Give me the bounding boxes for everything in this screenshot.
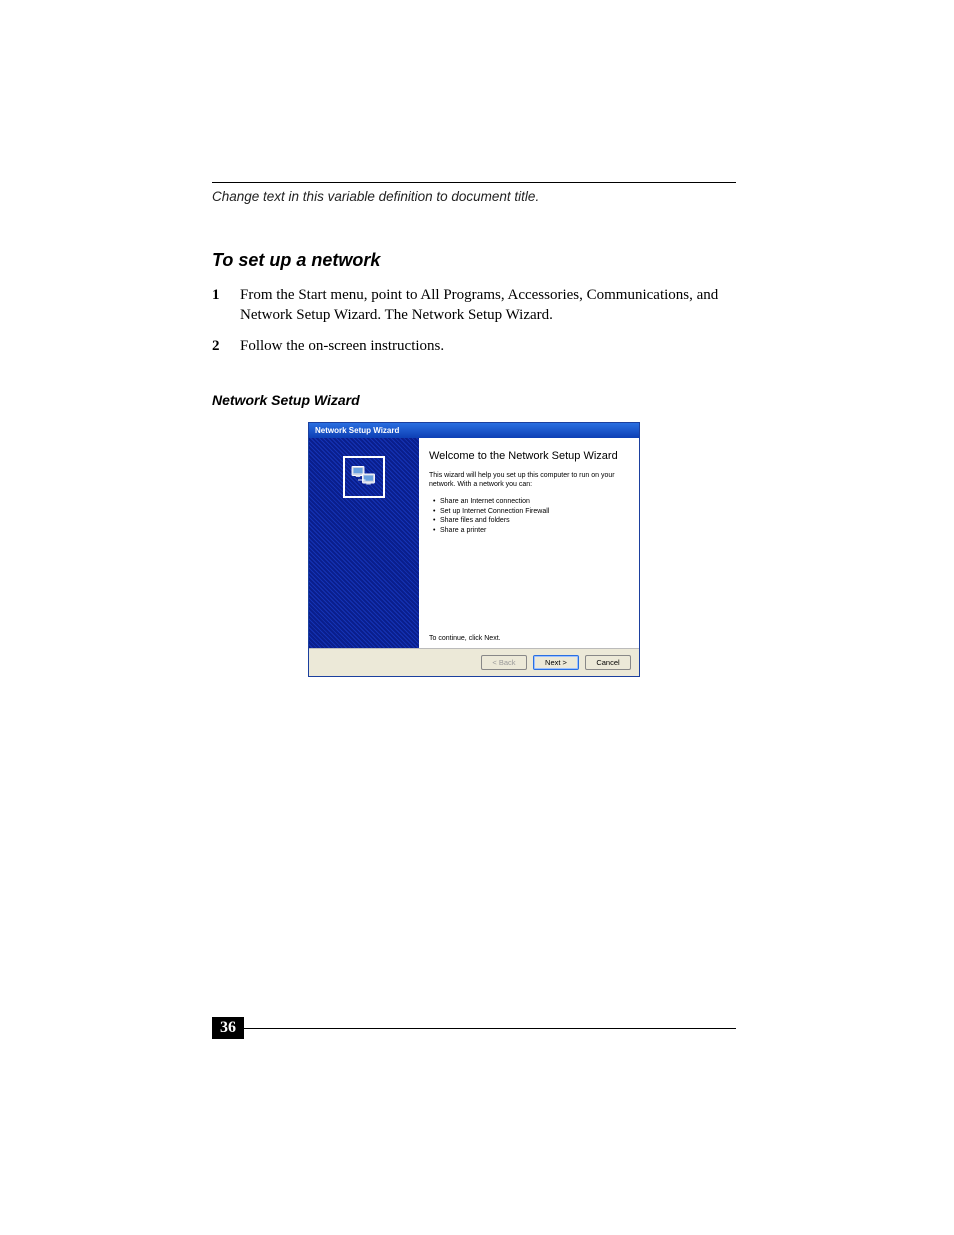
step-number: 2 bbox=[212, 336, 240, 356]
page-footer: 36 bbox=[212, 1017, 736, 1039]
wizard-body: Welcome to the Network Setup Wizard This… bbox=[309, 438, 639, 648]
wizard-side-panel bbox=[309, 438, 419, 648]
list-item: 1 From the Start menu, point to All Prog… bbox=[212, 285, 736, 326]
cancel-button[interactable]: Cancel bbox=[585, 655, 631, 670]
wizard-dialog: Network Setup Wizard bbox=[308, 422, 640, 677]
step-text: Follow the on-screen instructions. bbox=[240, 336, 736, 356]
list-item: Set up Internet Connection Firewall bbox=[433, 507, 629, 516]
wizard-titlebar: Network Setup Wizard bbox=[309, 423, 639, 438]
sub-heading: Network Setup Wizard bbox=[212, 392, 736, 408]
footer-rule bbox=[244, 1028, 736, 1029]
wizard-button-bar: < Back Next > Cancel bbox=[309, 648, 639, 676]
step-list: 1 From the Start menu, point to All Prog… bbox=[212, 285, 736, 356]
list-item: Share files and folders bbox=[433, 516, 629, 525]
back-button: < Back bbox=[481, 655, 527, 670]
step-text: From the Start menu, point to All Progra… bbox=[240, 285, 736, 326]
wizard-welcome-heading: Welcome to the Network Setup Wizard bbox=[429, 450, 629, 462]
list-item: Share an Internet connection bbox=[433, 497, 629, 506]
next-button[interactable]: Next > bbox=[533, 655, 579, 670]
list-item: Share a printer bbox=[433, 526, 629, 535]
page-number: 36 bbox=[212, 1017, 244, 1039]
wizard-continue-text: To continue, click Next. bbox=[429, 635, 629, 642]
list-item: 2 Follow the on-screen instructions. bbox=[212, 336, 736, 356]
wizard-main-panel: Welcome to the Network Setup Wizard This… bbox=[419, 438, 639, 648]
step-number: 1 bbox=[212, 285, 240, 326]
network-computers-icon bbox=[343, 456, 385, 498]
wizard-feature-list: Share an Internet connection Set up Inte… bbox=[433, 497, 629, 535]
section-heading: To set up a network bbox=[212, 250, 736, 271]
header-rule bbox=[212, 182, 736, 183]
header-variable-text: Change text in this variable definition … bbox=[212, 189, 736, 204]
wizard-description: This wizard will help you set up this co… bbox=[429, 472, 629, 490]
